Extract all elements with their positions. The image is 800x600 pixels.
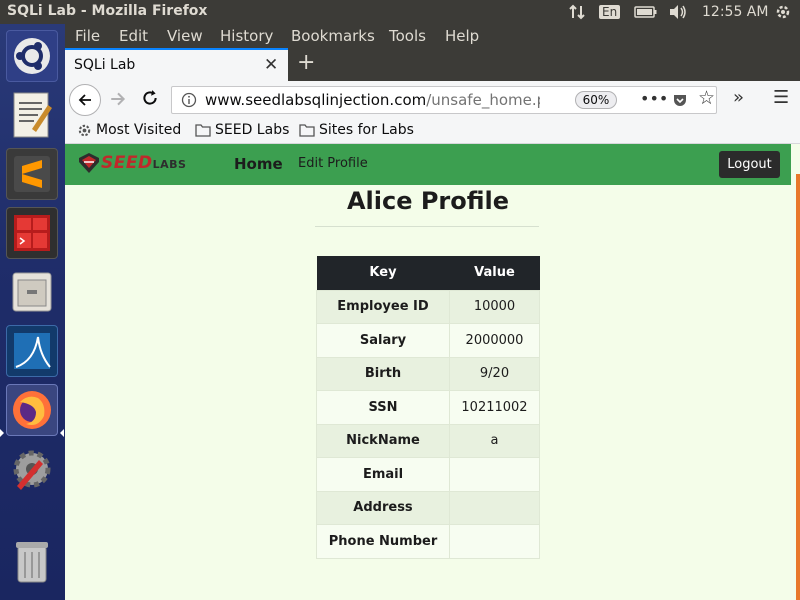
row-value: 2000000 xyxy=(449,323,540,358)
zoom-level-badge[interactable]: 60% xyxy=(575,91,617,109)
column-header-key: Key xyxy=(316,256,450,290)
reload-button[interactable] xyxy=(141,89,159,111)
keyboard-language-indicator[interactable]: En xyxy=(599,0,621,24)
ubuntu-dash-icon[interactable] xyxy=(6,30,58,82)
tab-close-icon[interactable]: ✕ xyxy=(264,55,278,75)
web-page: SEEDLABS Home Edit Profile Logout Alice … xyxy=(65,144,800,600)
column-header-value: Value xyxy=(449,256,540,290)
seed-labs-logo[interactable]: SEEDLABS xyxy=(77,152,186,174)
bookmarks-toolbar: Most Visited SEED Labs Sites for Labs xyxy=(65,118,800,144)
power-gear-icon[interactable] xyxy=(774,0,792,24)
row-key: NickName xyxy=(316,423,450,458)
row-value xyxy=(449,457,540,492)
table-row: Birth 9/20 xyxy=(316,356,540,391)
tab-title: SQLi Lab xyxy=(74,57,136,73)
top-panel: SQLi Lab - Mozilla Firefox En 12:55 AM xyxy=(0,0,800,24)
row-value: 10211002 xyxy=(449,390,540,425)
row-value: 9/20 xyxy=(449,356,540,391)
unity-launcher xyxy=(0,24,65,600)
row-value: a xyxy=(449,423,540,458)
firefox-icon[interactable] xyxy=(6,384,58,436)
site-info-icon[interactable] xyxy=(181,92,197,112)
table-row: Employee ID 10000 xyxy=(316,289,540,324)
volume-icon[interactable] xyxy=(668,0,688,24)
bookmark-seed-labs[interactable]: SEED Labs xyxy=(195,122,289,138)
text-editor-icon[interactable] xyxy=(6,89,58,141)
active-app-indicator-right xyxy=(60,429,64,437)
menu-bookmarks[interactable]: Bookmarks xyxy=(291,27,375,45)
row-key: Birth xyxy=(316,356,450,391)
menubar: File Edit View History Bookmarks Tools H… xyxy=(65,24,800,48)
trash-icon[interactable] xyxy=(6,536,58,588)
terminal-icon[interactable] xyxy=(6,207,58,259)
clock[interactable]: 12:55 AM xyxy=(702,4,768,20)
navigation-toolbar: www.seedlabsqlinjection.com/unsafe_home.… xyxy=(65,81,800,118)
table-row: SSN 10211002 xyxy=(316,390,540,425)
row-key: Employee ID xyxy=(316,289,450,324)
profile-table: Key Value Employee ID 10000 Salary 20000… xyxy=(316,256,540,559)
row-value xyxy=(449,490,540,525)
sublime-text-icon[interactable] xyxy=(6,148,58,200)
nav-edit-profile-link[interactable]: Edit Profile xyxy=(298,156,368,171)
row-key: Address xyxy=(316,490,450,525)
row-key: Phone Number xyxy=(316,524,450,559)
nav-home-link[interactable]: Home xyxy=(234,155,283,173)
row-key: SSN xyxy=(316,390,450,425)
window-title: SQLi Lab - Mozilla Firefox xyxy=(7,3,208,19)
new-tab-icon[interactable]: + xyxy=(297,50,315,75)
table-row: Email xyxy=(316,457,540,492)
back-arrow-icon xyxy=(78,94,91,106)
table-header-row: Key Value xyxy=(316,256,540,290)
table-row: Salary 2000000 xyxy=(316,323,540,358)
bookmark-most-visited[interactable]: Most Visited xyxy=(77,122,181,138)
row-key: Salary xyxy=(316,323,450,358)
table-row: Address xyxy=(316,490,540,525)
forward-arrow-icon xyxy=(111,92,126,106)
forward-button[interactable] xyxy=(109,90,127,112)
page-title: Alice Profile xyxy=(346,187,510,215)
wireshark-icon[interactable] xyxy=(6,325,58,377)
tab-strip: SQLi Lab ✕ + xyxy=(65,48,800,81)
row-value: 10000 xyxy=(449,289,540,324)
folder-icon xyxy=(195,124,211,137)
table-row: NickName a xyxy=(316,423,540,458)
menu-tools[interactable]: Tools xyxy=(389,27,426,45)
pocket-icon[interactable] xyxy=(672,92,688,112)
folder-icon xyxy=(299,124,315,137)
logout-button[interactable]: Logout xyxy=(719,151,780,178)
row-key: Email xyxy=(316,457,450,492)
title-divider xyxy=(315,226,539,227)
system-settings-icon[interactable] xyxy=(6,443,58,495)
active-app-indicator-left xyxy=(0,429,4,437)
seed-logo-icon xyxy=(79,153,99,173)
menu-view[interactable]: View xyxy=(167,27,203,45)
bookmark-sites-for-labs[interactable]: Sites for Labs xyxy=(299,122,414,138)
table-row: Phone Number xyxy=(316,524,540,559)
page-actions-icon[interactable]: ••• xyxy=(640,89,668,108)
url-text[interactable]: www.seedlabsqlinjection.com/unsafe_home.… xyxy=(205,91,540,109)
gear-icon xyxy=(78,124,91,136)
scrollbar-thumb[interactable] xyxy=(796,174,800,600)
tab-sqli-lab[interactable]: SQLi Lab ✕ xyxy=(65,48,288,81)
network-icon[interactable] xyxy=(568,0,586,24)
site-navbar: SEEDLABS Home Edit Profile Logout xyxy=(65,144,791,185)
url-bar[interactable]: www.seedlabsqlinjection.com/unsafe_home.… xyxy=(171,86,717,114)
hamburger-menu-icon[interactable]: ☰ xyxy=(773,87,789,108)
menu-file[interactable]: File xyxy=(75,27,100,45)
row-value xyxy=(449,524,540,559)
toolbar-overflow-icon[interactable]: » xyxy=(733,87,744,108)
battery-icon[interactable] xyxy=(634,0,658,24)
reload-icon xyxy=(143,90,157,105)
file-manager-icon[interactable] xyxy=(6,266,58,318)
menu-help[interactable]: Help xyxy=(445,27,479,45)
menu-history[interactable]: History xyxy=(220,27,273,45)
menu-edit[interactable]: Edit xyxy=(119,27,148,45)
bookmark-star-icon[interactable]: ☆ xyxy=(698,87,715,109)
back-button[interactable] xyxy=(69,84,101,116)
